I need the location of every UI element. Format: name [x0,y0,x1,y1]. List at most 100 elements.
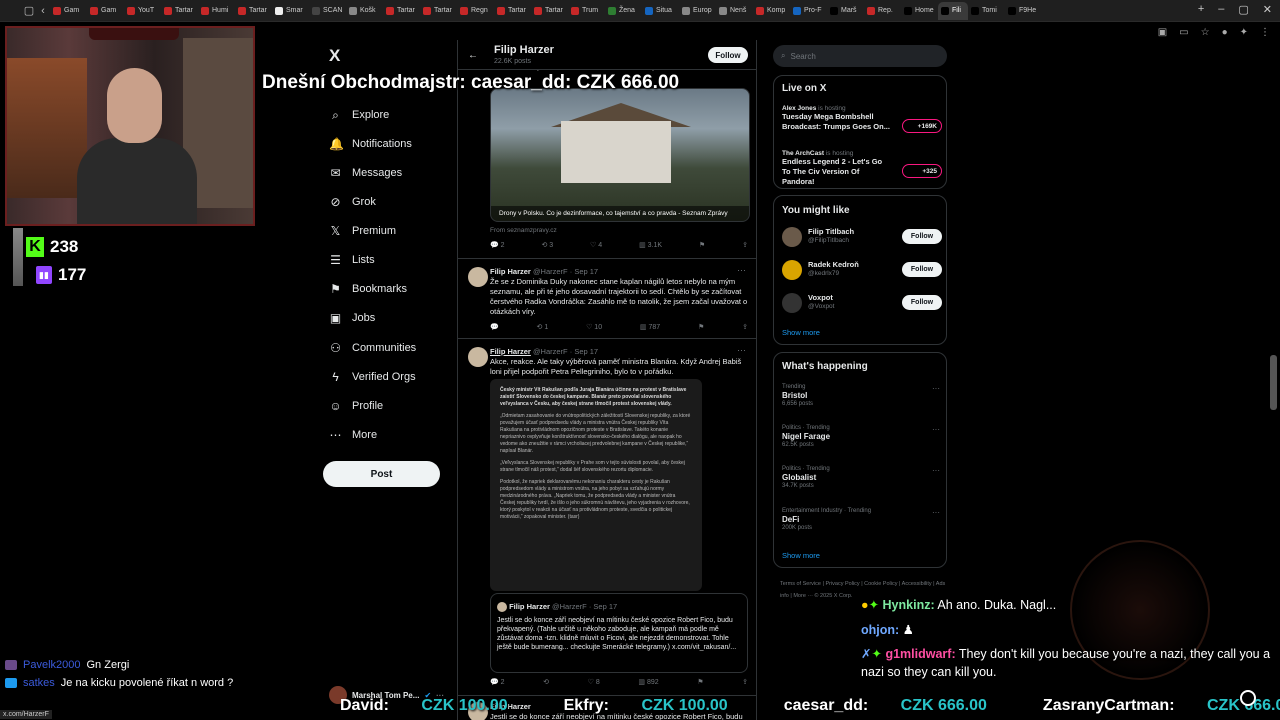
nav-item-profile[interactable]: ☺ Profile [329,395,383,417]
nav-item-communities[interactable]: ⚇ Communities [329,337,416,359]
views-button[interactable]: ▥ 3.1K [639,241,662,249]
quoted-tweet[interactable]: Filip Harzer @HarzerF · Sep 17 Jestli se… [490,593,748,673]
nav-item-more[interactable]: ⋯ More [329,424,378,446]
nav-item-bookmarks[interactable]: ⚑ Bookmarks [329,278,407,300]
cast-icon[interactable]: ▭ [1179,27,1188,38]
puzzle-icon[interactable]: ✦ [1240,27,1248,38]
views-button[interactable]: ▥ 787 [640,323,660,331]
follow-button[interactable]: Follow [708,47,748,63]
browser-tab[interactable]: Tartar [161,2,198,20]
show-more-link[interactable]: Show more [782,551,820,560]
live-item[interactable]: The ArchCast is hosting Endless Legend 2… [782,150,942,187]
tweet[interactable]: Filip Harzer @HarzerF · Sep 17 ··· Že se… [458,258,756,338]
share-icon[interactable]: ⇪ [742,323,748,331]
tab-list-icon[interactable]: ▢ [22,4,36,17]
like-button[interactable]: ♡ 8 [588,678,600,686]
nav-item-verified-orgs[interactable]: ϟ Verified Orgs [329,366,415,388]
author-name[interactable]: Filip Harzer [490,347,531,356]
minimize-icon[interactable]: – [1218,3,1224,16]
browser-tab[interactable]: Humi [198,2,235,20]
link-card-image[interactable]: Drony v Polsku. Co je dezinformace, co t… [490,88,750,222]
trend-item[interactable]: Entertainment Industry · Trending DeFi 2… [782,508,942,531]
nav-item-messages[interactable]: ✉ Messages [329,162,402,184]
browser-tab[interactable]: Komp [753,2,790,20]
bookmark-icon[interactable]: ⚑ [698,323,704,331]
reply-button[interactable]: 💬 [490,323,499,331]
back-arrow-icon[interactable]: ‹ [36,5,50,17]
nav-item-grok[interactable]: ⊘ Grok [329,191,375,213]
link-source[interactable]: From seznamzpravy.cz [490,227,557,234]
trend-item[interactable]: Politics · Trending Globalist 34.7K post… [782,466,942,489]
page-scrollbar[interactable] [1270,355,1277,410]
more-dots-icon[interactable]: ··· [737,265,746,275]
like-button[interactable]: ♡ 10 [586,323,602,331]
suggested-account[interactable]: Radek Kedroň @kedrlx79 Follow [782,258,942,284]
maximize-icon[interactable]: ▢ [1238,3,1248,16]
nav-item-jobs[interactable]: ▣ Jobs [329,307,375,329]
article-screenshot-image[interactable]: Český ministr Vít Rakušan podľa Juraja B… [490,379,702,591]
reply-button[interactable]: 💬 2 [490,678,505,686]
browser-tab[interactable]: Fili [938,1,968,20]
browser-tab[interactable]: Pro-F [790,2,827,20]
close-window-icon[interactable]: ✕ [1263,3,1272,16]
nav-item-explore[interactable]: ⌕ Explore [329,104,389,126]
more-dots-icon[interactable]: ··· [932,425,940,434]
more-dots-icon[interactable]: ··· [932,508,940,517]
browser-tab[interactable]: Gam [87,2,124,20]
show-more-link[interactable]: Show more [782,328,820,337]
trend-item[interactable]: Politics · Trending Nigel Farage 62.5K p… [782,425,942,448]
browser-tab[interactable]: F9He [1005,2,1042,20]
browser-tab[interactable]: Tartar [420,2,457,20]
profile-icon[interactable]: ● [1222,27,1228,38]
bookmark-icon[interactable]: ⚑ [697,678,703,686]
live-item[interactable]: Alex Jones is hosting Tuesday Mega Bombs… [782,105,942,133]
search-input[interactable]: ⌕ Search [773,45,947,67]
repost-button[interactable]: ⟲ [543,678,549,686]
suggested-account[interactable]: Filip Titlbach @FilipTitlbach Follow [782,225,942,251]
x-logo-icon[interactable]: X [329,46,340,66]
nav-item-lists[interactable]: ☰ Lists [329,249,375,271]
more-dots-icon[interactable]: ··· [737,345,746,355]
browser-tab[interactable]: Regn [457,2,494,20]
nav-item-notifications[interactable]: 🔔 Notifications [329,133,412,155]
follow-button[interactable]: Follow [902,229,942,244]
star-icon[interactable]: ☆ [1201,27,1210,38]
extension-icon[interactable]: ▣ [1158,27,1167,38]
browser-tab[interactable]: Smar [272,2,309,20]
browser-tab[interactable]: Rep. [864,2,901,20]
like-button[interactable]: ♡ 4 [590,241,602,249]
views-button[interactable]: ▥ 892 [638,678,658,686]
more-dots-icon[interactable]: ··· [932,466,940,475]
menu-dots-icon[interactable]: ⋮ [1260,27,1270,38]
browser-tab[interactable]: Košk [346,2,383,20]
browser-tab[interactable]: Tartar [235,2,272,20]
reply-button[interactable]: 💬 2 [490,241,505,249]
browser-tab[interactable]: Tartar [531,2,568,20]
share-icon[interactable]: ⇪ [742,241,748,249]
browser-tab[interactable]: Tomi [968,2,1005,20]
share-icon[interactable]: ⇪ [742,678,748,686]
post-button[interactable]: Post [323,461,440,487]
suggested-account[interactable]: Voxpot @Voxpot Follow [782,291,942,317]
browser-tab[interactable]: Marš [827,2,864,20]
browser-tab[interactable]: SCAN [309,2,346,20]
avatar[interactable] [468,267,488,287]
browser-tab[interactable]: Žena [605,2,642,20]
browser-tab[interactable]: Tartar [383,2,420,20]
bookmark-icon[interactable]: ⚑ [699,241,705,249]
follow-button[interactable]: Follow [902,262,942,277]
repost-button[interactable]: ⟲ 3 [541,241,553,249]
more-dots-icon[interactable]: ··· [932,384,940,393]
browser-tab[interactable]: YouT [124,2,161,20]
browser-tab[interactable]: Trum [568,2,605,20]
trend-item[interactable]: Trending Bristol 6,656 posts ··· [782,384,942,407]
new-tab-icon[interactable]: + [1198,3,1204,16]
browser-tab[interactable]: Europ [679,2,716,20]
browser-tab[interactable]: Tartar [494,2,531,20]
author-name[interactable]: Filip Harzer [490,267,531,276]
nav-item-premium[interactable]: 𝕏 Premium [329,220,396,242]
follow-button[interactable]: Follow [902,295,942,310]
browser-tab[interactable]: Gam [50,2,87,20]
browser-tab[interactable]: Situa [642,2,679,20]
browser-tab[interactable]: Home [901,2,938,20]
